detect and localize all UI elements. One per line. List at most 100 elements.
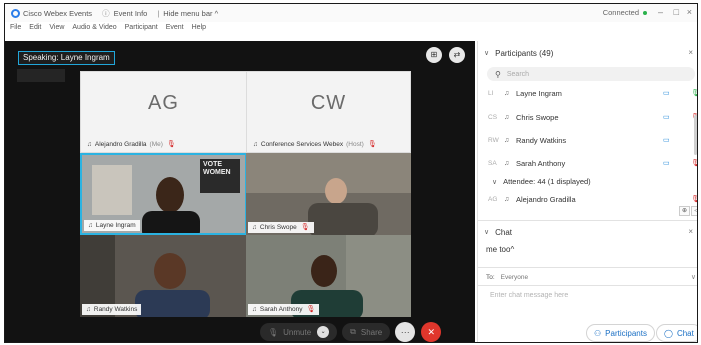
close-participants-icon[interactable]: × — [688, 48, 693, 57]
headset-icon: ♫ — [87, 141, 92, 148]
minimize-icon[interactable]: – — [658, 7, 663, 17]
panel-action-buttons: ⊕ ◁ — [678, 206, 697, 216]
muted-mic-icon: 🎙 — [300, 224, 310, 231]
maximize-icon[interactable]: □ — [674, 7, 679, 17]
popout-icon[interactable]: ◁ — [691, 206, 697, 216]
participant-row[interactable]: RW ♫ Randy Watkins ▭ — [488, 133, 693, 147]
participant-row[interactable]: LI ♫ Layne Ingram ▭ 🎙 — [488, 86, 697, 100]
meeting-controls: 🎙 Unmute ⌄ ⧉ Share ··· ✕ — [260, 322, 447, 342]
muted-mic-icon: 🎙 — [367, 141, 377, 148]
active-speaker-label: Speaking: Layne Ingram — [18, 51, 115, 65]
mic-off-icon: 🎙 — [268, 327, 279, 337]
close-window-icon[interactable]: × — [687, 7, 692, 17]
video-tile-sarah[interactable]: ♫ Sarah Anthony 🎙 — [246, 235, 411, 317]
chat-btn-label: Chat — [676, 328, 694, 338]
muted-mic-icon: 🎙 — [306, 306, 316, 313]
headset-icon: ♫ — [252, 306, 257, 313]
menu-help[interactable]: Help — [192, 24, 206, 37]
menu-edit[interactable]: Edit — [29, 24, 41, 37]
mic-on-icon: 🎙 — [691, 89, 697, 97]
avatar: CS — [488, 113, 498, 121]
app-title: Cisco Webex Events — [23, 8, 93, 18]
search-placeholder: Search — [506, 70, 530, 78]
headset-icon: ♫ — [88, 222, 93, 229]
video-tile-chris[interactable]: ♫ Chris Swope 🎙 — [246, 153, 411, 235]
camera-icon: ▭ — [663, 137, 670, 144]
video-tile-layne[interactable]: VOTE WOMEN ♫ Layne Ingram — [80, 153, 247, 235]
headset-icon: ♫ — [252, 224, 257, 231]
participant-name: Sarah Anthony — [516, 158, 566, 168]
menu-file[interactable]: File — [10, 24, 21, 37]
headset-icon: ♫ — [504, 159, 510, 167]
tile-name-label: ♫ Chris Swope 🎙 — [248, 222, 314, 233]
participants-header[interactable]: ∨ Participants (49) — [484, 46, 553, 60]
connected-dot-icon — [643, 11, 647, 15]
people-icon: ⚇ — [594, 328, 602, 338]
chevron-down-icon[interactable]: ⌄ — [317, 326, 330, 338]
to-label: To: — [486, 273, 495, 281]
stage-strip — [17, 69, 65, 82]
menu-audio-video[interactable]: Audio & Video — [72, 24, 116, 37]
search-icon: ⚲ — [495, 69, 501, 79]
hide-menu-bar-link[interactable]: Hide menu bar ^ — [163, 9, 218, 18]
tile-name-label: ♫ Conference Services Webex (Host) 🎙 — [249, 139, 381, 150]
layout-switch-icon[interactable]: ⇄ — [449, 47, 465, 63]
tile-name: Layne Ingram — [95, 222, 136, 229]
avatar: SA — [488, 159, 497, 167]
video-tile-randy[interactable]: ♫ Randy Watkins — [80, 235, 247, 317]
attendees-header[interactable]: ∨ Attendee: 44 (1 displayed) — [492, 177, 591, 186]
share-button[interactable]: ⧉ Share — [342, 323, 391, 341]
tile-role: (Me) — [149, 141, 163, 148]
participant-name: Chris Swope — [516, 112, 559, 122]
headset-icon: ♫ — [253, 141, 258, 148]
participant-search-input[interactable]: ⚲ Search — [487, 67, 695, 81]
participants-scrollbar[interactable] — [694, 115, 697, 155]
more-options-button[interactable]: ··· — [395, 322, 416, 342]
participant-row[interactable]: CS ♫ Chris Swope ▭ 🎙 — [488, 110, 697, 124]
sign-text: VOTE WOMEN — [203, 161, 231, 176]
layout-grid-icon[interactable]: ⊞ — [426, 47, 442, 63]
menu-event[interactable]: Event — [166, 24, 184, 37]
chat-input[interactable]: Enter chat message here — [490, 292, 568, 299]
participants-button[interactable]: ⚇ Participants — [586, 324, 655, 342]
chat-bubble-icon: ◯ — [664, 328, 673, 338]
attendee-row[interactable]: AG ♫ Alejandro Gradilla 🎙 — [488, 192, 697, 206]
menu-participant[interactable]: Participant — [125, 24, 158, 37]
divider: | — [157, 8, 160, 18]
tile-name: Conference Services Webex — [260, 141, 344, 148]
video-tile-conference-services[interactable]: CW ♫ Conference Services Webex (Host) 🎙 — [246, 71, 411, 153]
unmute-button[interactable]: 🎙 Unmute ⌄ — [260, 323, 338, 341]
webex-logo-icon — [11, 8, 20, 18]
expand-icon[interactable]: ⊕ — [679, 206, 690, 216]
video-tile-alejandro[interactable]: AG ♫ Alejandro Gradilla (Me) 🎙 — [80, 71, 247, 153]
menu-view[interactable]: View — [49, 24, 64, 37]
leave-meeting-button[interactable]: ✕ — [421, 322, 442, 342]
share-icon: ⧉ — [350, 327, 356, 336]
avatar: AG — [488, 195, 498, 203]
avatar-initials: CW — [310, 92, 347, 114]
webex-window: Cisco Webex Events ⓘ Event Info | Hide m… — [4, 3, 698, 343]
tile-role: (Host) — [346, 141, 364, 148]
video-stage: Speaking: Layne Ingram ⊞ ⇄ AG ♫ Alejandr… — [5, 41, 475, 342]
chevron-down-icon: ∨ — [484, 50, 490, 57]
divider — [478, 267, 697, 268]
tile-name-label: ♫ Randy Watkins — [82, 304, 142, 315]
close-chat-icon[interactable]: × — [688, 227, 693, 236]
headset-icon: ♫ — [504, 136, 510, 144]
chat-button[interactable]: ◯ Chat — [656, 324, 697, 342]
tile-name-label: ♫ Alejandro Gradilla (Me) 🎙 — [83, 139, 180, 150]
side-panel: ∨ Participants (49) × ⚲ Search LI ♫ Layn… — [477, 41, 697, 342]
chevron-down-icon: ∨ — [492, 178, 498, 186]
chat-recipient-select[interactable]: To: Everyone ∨ — [486, 271, 696, 283]
tile-name-label: ♫ Sarah Anthony 🎙 — [248, 304, 320, 315]
participants-btn-label: Participants — [605, 328, 647, 338]
tile-name: Alejandro Gradilla — [94, 141, 147, 148]
event-info-link[interactable]: Event Info — [114, 9, 148, 18]
participant-row[interactable]: SA ♫ Sarah Anthony ▭ 🎙 — [488, 156, 697, 170]
avatar-initials: AG — [148, 92, 179, 114]
participant-name: Randy Watkins — [516, 135, 567, 145]
tile-name-label: ♫ Layne Ingram — [84, 220, 140, 231]
chat-message: me too^ — [486, 245, 515, 254]
chat-header[interactable]: ∨ Chat — [484, 225, 512, 239]
headset-icon: ♫ — [504, 195, 510, 203]
